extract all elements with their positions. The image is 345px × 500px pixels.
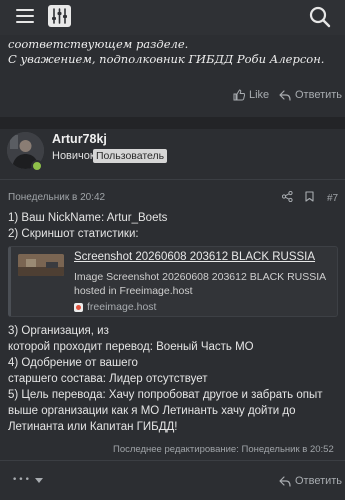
link-preview-site-name: freeimage.host xyxy=(87,301,157,313)
more-dots-icon: ••• xyxy=(12,475,31,485)
share-icon[interactable] xyxy=(282,191,293,202)
username-link[interactable]: Artur78kj xyxy=(52,132,107,146)
link-preview-title[interactable]: Screenshot 20260608 203612 BLACK RUSSIA xyxy=(74,251,315,263)
user-rank: Новичок xyxy=(52,150,95,162)
post-line: 5) Цель перевода: Хачу попробоват другое… xyxy=(8,389,323,433)
post-line: 3) Организация, из xyxy=(8,325,109,337)
chevron-down-icon xyxy=(34,477,43,483)
post-line: 2) Скриншот статистики: xyxy=(8,228,139,240)
previous-post-line: соответствующем разделе. xyxy=(8,37,189,51)
user-group-badge: Пользователь xyxy=(93,149,168,163)
post-user-header: Artur78kj Новичок Пользователь xyxy=(0,129,345,179)
thumbs-up-icon xyxy=(233,89,245,101)
post-7: Artur78kj Новичок Пользователь Понедельн… xyxy=(0,129,345,460)
online-status-indicator xyxy=(31,160,43,172)
bookmark-icon[interactable] xyxy=(305,191,314,202)
post-line: старшего состава: Лидер отсутствует xyxy=(8,373,208,385)
hamburger-menu-icon[interactable] xyxy=(16,8,34,24)
post-body-bottom: 3) Организация, из которой проходит пере… xyxy=(8,323,338,435)
post-body-top: 1) Ваш NickName: Artur_Boets 2) Скриншот… xyxy=(8,210,338,242)
site-favicon-icon xyxy=(74,302,83,312)
post-line: которой проходит перевод: Военый Часть М… xyxy=(8,341,254,353)
more-options-button[interactable]: ••• xyxy=(12,475,43,485)
link-preview-description: Image Screenshot 20260608 203612 BLACK R… xyxy=(74,271,326,297)
post-line: 4) Одобрение от вашего xyxy=(8,357,138,369)
header-divider xyxy=(0,179,345,180)
search-icon[interactable] xyxy=(308,5,332,29)
like-label: Like xyxy=(249,89,270,101)
filter-sliders-icon[interactable] xyxy=(48,5,71,27)
link-preview-card[interactable]: Screenshot 20260608 203612 BLACK RUSSIA … xyxy=(8,246,338,317)
reply-label: Ответить xyxy=(295,89,343,101)
link-preview-site: freeimage.host xyxy=(74,301,156,313)
post-footer: ••• Ответить xyxy=(0,460,345,500)
reply-button[interactable]: Ответить xyxy=(279,475,342,487)
reply-arrow-icon xyxy=(279,89,291,101)
link-preview-thumbnail xyxy=(18,254,64,276)
post-date-link[interactable]: Понедельник в 20:42 xyxy=(8,192,105,203)
previous-post: соответствующем разделе. С уважением, по… xyxy=(0,35,345,117)
reply-arrow-icon xyxy=(279,475,291,487)
last-edited-note: Последнее редактирование: Понедельник в … xyxy=(113,444,334,455)
reply-label: Ответить xyxy=(295,475,343,487)
like-button[interactable]: Like xyxy=(233,89,269,101)
post-number-link[interactable]: #7 xyxy=(327,193,338,204)
previous-post-text: соответствующем разделе. С уважением, по… xyxy=(8,37,338,67)
top-bar xyxy=(0,0,345,35)
previous-post-signature: С уважением, подполковник ГИБДД Роби Але… xyxy=(8,52,325,66)
post-meta-actions xyxy=(282,191,314,202)
reply-button-previous[interactable]: Ответить xyxy=(279,89,342,101)
post-separator xyxy=(0,117,345,129)
post-line: 1) Ваш NickName: Artur_Boets xyxy=(8,212,168,224)
